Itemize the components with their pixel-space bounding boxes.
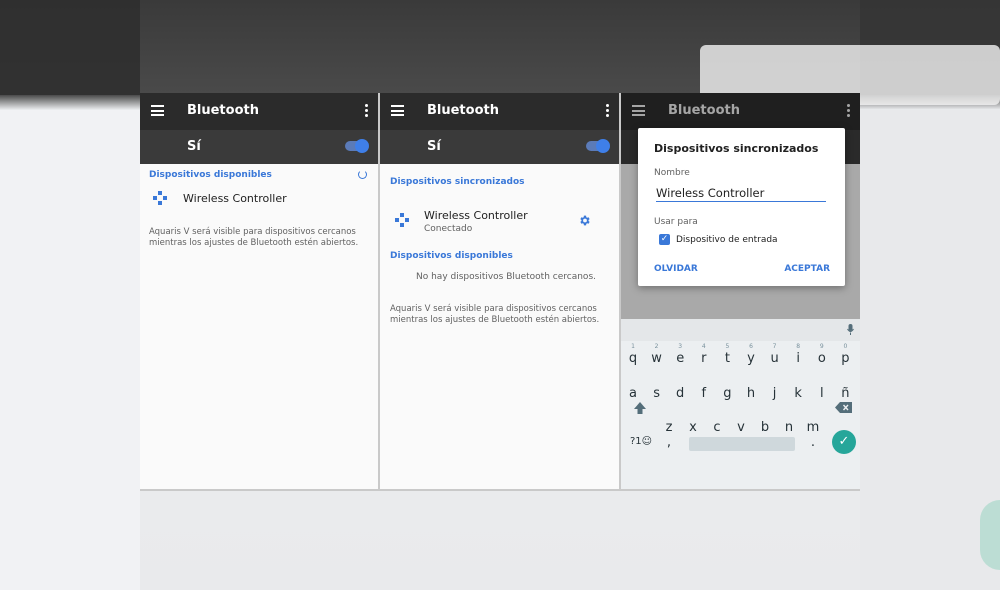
menu-icon[interactable] [391,105,404,116]
key-ñ[interactable]: ñ [835,386,855,401]
enter-check-icon[interactable]: ✓ [832,430,856,454]
device-item-wireless-controller[interactable]: Wireless Controller [183,192,287,205]
name-label: Nombre [654,168,690,178]
menu-icon[interactable] [151,105,164,116]
period-key[interactable]: . [803,435,823,450]
bluetooth-toggle[interactable] [345,139,369,153]
switch-label: Sí [427,139,441,154]
visibility-hint: Aquaris V será visible para dispositivos… [390,304,600,325]
key-d[interactable]: d [670,386,690,401]
soft-keyboard: q1w2e3r4t5y6u7i8o9p0 asdfghjklñ zxcvbnm … [621,319,860,489]
bottom-divider [140,489,860,491]
no-devices-message: No hay dispositivos Bluetooth cercanos. [416,272,596,282]
input-device-label: Dispositivo de entrada [676,235,778,245]
page-title: Bluetooth [427,103,499,118]
key-v[interactable]: v [731,420,751,435]
key-s[interactable]: s [647,386,667,401]
bluetooth-switch-bar[interactable]: Sí [380,130,619,164]
key-z[interactable]: z [659,420,679,435]
shift-icon[interactable] [633,401,647,415]
visibility-hint: Aquaris V será visible para dispositivos… [149,227,359,248]
key-number-hint: 9 [819,343,824,350]
gamepad-icon [395,213,409,227]
menu-icon[interactable] [632,105,645,116]
bluetooth-panel-paired: Bluetooth Sí Dispositivos sincronizados … [380,93,619,489]
key-number-hint: 4 [701,343,706,350]
switch-label: Sí [187,139,201,154]
more-options-icon[interactable] [606,104,609,119]
bluetooth-switch-bar[interactable]: Sí [140,130,378,164]
key-i[interactable]: i8 [788,343,808,366]
key-w[interactable]: w2 [647,343,667,366]
key-n[interactable]: n [779,420,799,435]
device-name-input[interactable] [656,185,826,202]
key-p[interactable]: p0 [835,343,855,366]
input-device-checkbox[interactable]: ✓ [659,234,670,245]
key-x[interactable]: x [683,420,703,435]
key-number-hint: 5 [725,343,730,350]
page-title: Bluetooth [668,103,740,118]
section-available-devices: Dispositivos disponibles [390,251,513,261]
use-for-label: Usar para [654,217,698,227]
bluetooth-panel-scanning: Bluetooth Sí Dispositivos disponibles Wi… [140,93,378,489]
key-number-hint: 8 [796,343,801,350]
key-number-hint: 1 [631,343,635,350]
comma-key[interactable]: , [659,435,679,450]
key-number-hint: 0 [843,343,848,350]
keyboard-suggestion-bar [621,319,860,341]
paired-device-wireless-controller[interactable]: Wireless Controller [424,209,528,222]
paired-device-dialog: Dispositivos sincronizados Nombre Usar p… [638,128,845,286]
backspace-icon[interactable] [835,402,852,413]
bluetooth-toggle[interactable] [586,139,610,153]
app-bar: Bluetooth [380,93,619,130]
dialog-title: Dispositivos sincronizados [654,142,819,155]
microphone-icon[interactable] [847,324,854,335]
key-m[interactable]: m [803,420,823,435]
key-number-hint: 7 [772,343,777,350]
section-paired-devices: Dispositivos sincronizados [390,177,525,187]
key-h[interactable]: h [741,386,761,401]
key-y[interactable]: y6 [741,343,761,366]
more-options-icon[interactable] [847,104,850,119]
key-t[interactable]: t5 [717,343,737,366]
bluetooth-panel-dialog: Bluetooth Dispositivos sincronizados Nom… [621,93,860,489]
key-k[interactable]: k [788,386,808,401]
key-f[interactable]: f [694,386,714,401]
key-number-hint: 3 [678,343,683,350]
section-available-devices: Dispositivos disponibles [149,170,272,180]
device-status: Conectado [424,224,473,234]
app-bar: Bluetooth [140,93,378,130]
key-number-hint: 6 [749,343,753,350]
key-c[interactable]: c [707,420,727,435]
scanning-spinner-icon [358,170,367,179]
symbols-key[interactable]: ?1☺ [627,436,655,447]
key-g[interactable]: g [717,386,737,401]
gamepad-icon [153,191,167,205]
key-r[interactable]: r4 [694,343,714,366]
device-settings-gear-icon[interactable] [578,214,591,227]
key-e[interactable]: e3 [670,343,690,366]
app-bar: Bluetooth [621,93,860,130]
key-u[interactable]: u7 [765,343,785,366]
key-o[interactable]: o9 [812,343,832,366]
spacebar[interactable] [689,437,795,451]
more-options-icon[interactable] [365,104,368,119]
key-j[interactable]: j [765,386,785,401]
key-l[interactable]: l [812,386,832,401]
page-title: Bluetooth [187,103,259,118]
screenshot-strip: Bluetooth Sí Dispositivos disponibles Wi… [140,93,860,491]
accept-button[interactable]: ACEPTAR [784,264,830,274]
key-q[interactable]: q1 [623,343,643,366]
forget-button[interactable]: OLVIDAR [654,264,698,274]
key-number-hint: 2 [654,343,659,350]
key-a[interactable]: a [623,386,643,401]
key-b[interactable]: b [755,420,775,435]
